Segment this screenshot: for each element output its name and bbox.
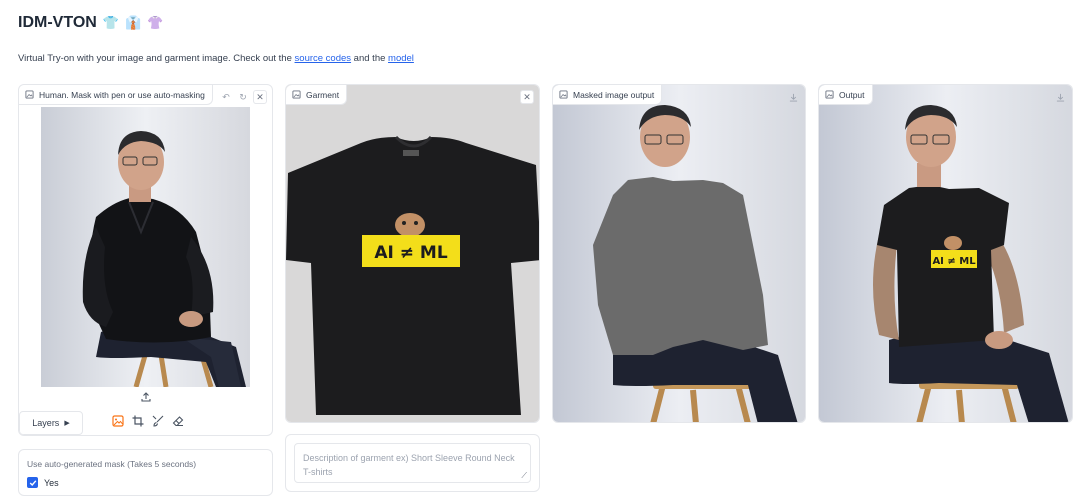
garment-image-panel[interactable]: Garment ✕ AI ≠ ML bbox=[285, 84, 540, 423]
human-photo[interactable] bbox=[41, 107, 250, 387]
redo-icon[interactable]: ↻ bbox=[236, 90, 250, 104]
upload-row bbox=[19, 391, 272, 403]
page-description: Virtual Try-on with your image and garme… bbox=[18, 53, 414, 64]
tshirt-print-text: AI ≠ ML bbox=[374, 243, 447, 263]
garment-description-panel: Description of garment ex) Short Sleeve … bbox=[285, 434, 540, 492]
masked-panel-label: Masked image output bbox=[553, 85, 663, 105]
close-icon[interactable]: ✕ bbox=[520, 90, 534, 104]
image-icon bbox=[825, 90, 834, 99]
close-icon[interactable]: ✕ bbox=[253, 90, 267, 104]
eraser-icon[interactable] bbox=[171, 414, 185, 428]
human-panel-label: Human. Mask with pen or use auto-masking bbox=[19, 85, 213, 105]
app-title: IDM-VTON bbox=[18, 14, 97, 31]
tshirt-emoji-icon: 👕 bbox=[102, 15, 119, 30]
shirt-tie-emoji-icon: 👔 bbox=[125, 15, 142, 30]
image-icon bbox=[25, 90, 34, 99]
output-panel: Output AI ≠ ML bbox=[818, 84, 1073, 423]
masked-output-panel: Masked image output bbox=[552, 84, 806, 423]
garment-description-input[interactable]: Description of garment ex) Short Sleeve … bbox=[294, 443, 531, 483]
auto-mask-checkbox[interactable] bbox=[27, 477, 38, 488]
image-icon bbox=[292, 90, 301, 99]
download-icon[interactable] bbox=[786, 90, 800, 104]
image-tool-icon[interactable] bbox=[111, 414, 125, 428]
editor-toolbar bbox=[111, 414, 185, 428]
output-photo: AI ≠ ML bbox=[819, 85, 1072, 422]
resize-handle-icon[interactable]: ⟋ bbox=[521, 471, 527, 481]
garment-panel-label: Garment bbox=[286, 85, 348, 105]
check-icon bbox=[29, 479, 36, 486]
source-codes-link[interactable]: source codes bbox=[295, 53, 352, 64]
crop-icon[interactable] bbox=[131, 414, 145, 428]
garment-photo: AI ≠ ML bbox=[286, 85, 539, 422]
upload-icon[interactable] bbox=[140, 391, 152, 403]
auto-mask-option-label: Yes bbox=[44, 477, 59, 488]
auto-mask-checkbox-row[interactable]: Yes bbox=[27, 477, 59, 488]
layers-button[interactable]: Layers ▶ bbox=[19, 411, 83, 435]
page-title: IDM-VTON 👕 👔 👚 bbox=[18, 14, 163, 32]
model-link[interactable]: model bbox=[388, 53, 414, 64]
caret-right-icon: ▶ bbox=[64, 420, 70, 427]
download-icon[interactable] bbox=[1053, 90, 1067, 104]
human-image-editor[interactable]: Human. Mask with pen or use auto-masking… bbox=[18, 84, 273, 436]
auto-mask-panel: Use auto-generated mask (Takes 5 seconds… bbox=[18, 449, 273, 496]
image-icon bbox=[559, 90, 568, 99]
auto-mask-label: Use auto-generated mask (Takes 5 seconds… bbox=[27, 459, 197, 469]
output-panel-label: Output bbox=[819, 85, 873, 105]
undo-icon[interactable]: ↶ bbox=[219, 90, 233, 104]
blouse-emoji-icon: 👚 bbox=[147, 15, 164, 30]
brush-icon[interactable] bbox=[151, 414, 165, 428]
masked-photo bbox=[553, 85, 805, 422]
output-tshirt-print-text: AI ≠ ML bbox=[932, 256, 976, 267]
